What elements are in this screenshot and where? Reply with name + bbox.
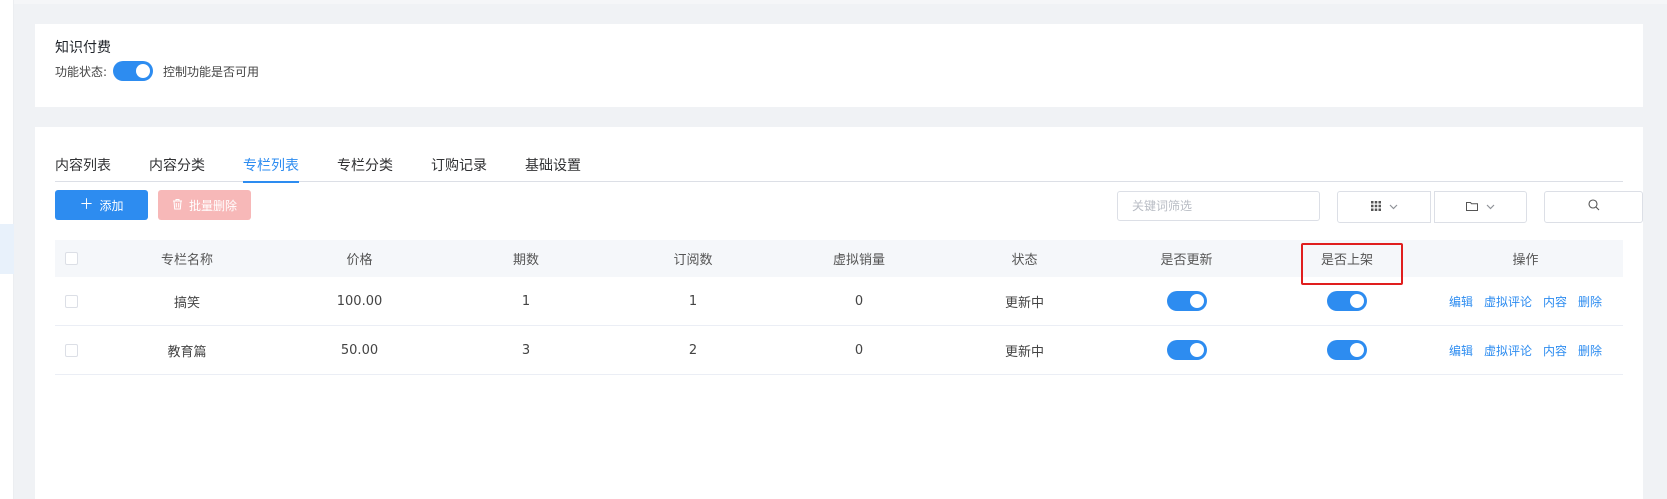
tab-column-category[interactable]: 专栏分类 <box>337 151 393 182</box>
feature-title: 知识付费 <box>55 40 111 56</box>
cell-periods: 3 <box>521 342 531 358</box>
updating-toggle[interactable] <box>1166 340 1207 360</box>
cell-periods: 1 <box>521 293 531 309</box>
row-actions: 编辑 虚拟评论 内容 删除 <box>1449 293 1602 310</box>
cell-virtual-sales: 0 <box>854 293 864 309</box>
tab-basic-settings[interactable]: 基础设置 <box>525 151 581 182</box>
tab-bar: 内容列表 内容分类 专栏列表 专栏分类 订购记录 基础设置 <box>55 151 1623 183</box>
header-status: 状态 <box>1011 253 1038 268</box>
select-all-checkbox[interactable] <box>65 252 78 265</box>
edit-link[interactable]: 编辑 <box>1449 342 1473 359</box>
table-header: 专栏名称 价格 期数 订阅数 虚拟销量 状态 是否更新 是否上架 操作 <box>55 240 1623 277</box>
header-column-name: 专栏名称 <box>160 253 213 268</box>
on-shelf-toggle[interactable] <box>1327 340 1367 360</box>
grid-icon <box>1370 200 1381 214</box>
category-select[interactable] <box>1434 191 1527 223</box>
top-divider <box>14 0 1667 4</box>
column-list-card: 内容列表 内容分类 专栏列表 专栏分类 订购记录 基础设置 ＋ 添加 批量删除 <box>35 127 1643 499</box>
cell-virtual-sales: 0 <box>854 342 864 358</box>
feature-status-label: 功能状态: <box>55 64 108 79</box>
header-periods: 期数 <box>512 253 539 268</box>
search-button[interactable] <box>1544 191 1643 223</box>
on-shelf-toggle[interactable] <box>1327 291 1367 311</box>
search-icon <box>1587 199 1600 215</box>
cell-subscribers: 1 <box>688 293 698 309</box>
content-link[interactable]: 内容 <box>1543 293 1567 310</box>
edit-link[interactable]: 编辑 <box>1449 293 1473 310</box>
view-mode-select[interactable] <box>1337 191 1431 223</box>
batch-delete-button[interactable]: 批量删除 <box>158 190 251 220</box>
keyword-search-input[interactable] <box>1117 191 1320 221</box>
virtual-comments-link[interactable]: 虚拟评论 <box>1484 293 1532 310</box>
trash-icon <box>172 198 183 213</box>
chevron-down-icon <box>1389 202 1398 213</box>
side-nav-strip <box>0 0 14 499</box>
feature-card: 知识付费 功能状态: 控制功能是否可用 <box>35 24 1643 107</box>
delete-link[interactable]: 删除 <box>1578 293 1602 310</box>
chevron-down-icon <box>1486 202 1495 213</box>
header-virtual-sales: 虚拟销量 <box>832 253 885 268</box>
tab-column-list[interactable]: 专栏列表 <box>243 151 299 183</box>
add-button-label: 添加 <box>99 198 124 213</box>
cell-price: 100.00 <box>336 293 383 309</box>
header-is-on-shelf: 是否上架 <box>1320 253 1373 268</box>
feature-status-description: 控制功能是否可用 <box>163 64 260 79</box>
header-actions: 操作 <box>1512 253 1539 268</box>
feature-status-toggle[interactable] <box>113 61 154 81</box>
tab-content-category[interactable]: 内容分类 <box>149 151 205 182</box>
column-table: 专栏名称 价格 期数 订阅数 虚拟销量 状态 是否更新 是否上架 操作 搞笑 1… <box>55 240 1623 375</box>
delete-link[interactable]: 删除 <box>1578 342 1602 359</box>
cell-column-name: 教育篇 <box>167 344 207 360</box>
row-actions: 编辑 虚拟评论 内容 删除 <box>1449 342 1602 359</box>
header-is-updating: 是否更新 <box>1160 253 1213 268</box>
header-price: 价格 <box>346 253 373 268</box>
cell-status: 更新中 <box>1004 295 1044 311</box>
row-checkbox[interactable] <box>65 343 78 357</box>
table-row: 教育篇 50.00 3 2 0 更新中 编辑 虚拟评论 内容 删除 <box>55 326 1623 375</box>
feature-status-row: 功能状态: 控制功能是否可用 <box>55 61 259 81</box>
virtual-comments-link[interactable]: 虚拟评论 <box>1484 342 1532 359</box>
tab-order-records[interactable]: 订购记录 <box>431 151 487 182</box>
add-button[interactable]: ＋ 添加 <box>55 190 148 220</box>
content-link[interactable]: 内容 <box>1543 342 1567 359</box>
batch-delete-label: 批量删除 <box>188 198 237 213</box>
plus-icon: ＋ <box>79 197 94 213</box>
cell-price: 50.00 <box>340 342 379 358</box>
tab-content-list[interactable]: 内容列表 <box>55 151 111 182</box>
header-subscribers: 订阅数 <box>673 253 713 268</box>
folder-icon <box>1466 201 1478 214</box>
table-row: 搞笑 100.00 1 1 0 更新中 编辑 虚拟评论 内容 删除 <box>55 277 1623 326</box>
updating-toggle[interactable] <box>1166 291 1207 311</box>
cell-column-name: 搞笑 <box>173 295 200 311</box>
cell-subscribers: 2 <box>688 342 698 358</box>
row-checkbox[interactable] <box>65 294 78 308</box>
side-nav-active-item[interactable] <box>0 224 14 274</box>
cell-status: 更新中 <box>1004 344 1044 360</box>
